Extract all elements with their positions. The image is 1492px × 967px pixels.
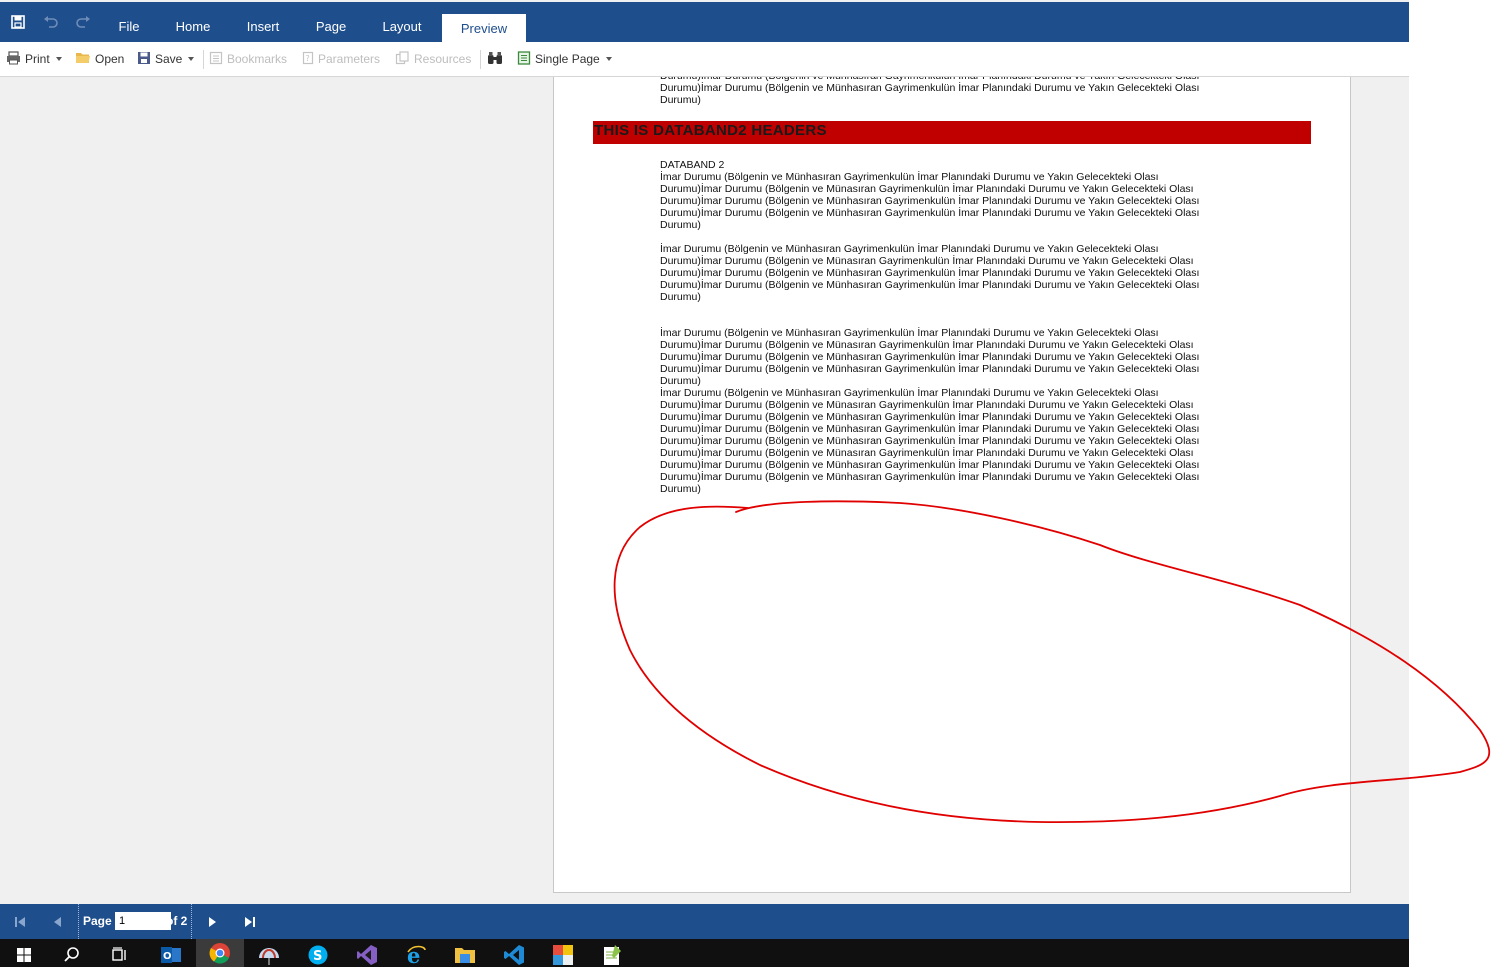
page-text-top: Durumu)İmar Durumu (Bölgenin ve Münhasır… — [660, 77, 1200, 106]
toolbar-divider — [203, 50, 204, 69]
open-button[interactable]: Open — [75, 51, 124, 67]
tab-preview[interactable]: Preview — [442, 14, 526, 42]
nav-divider — [78, 904, 79, 939]
report-page: Durumu)İmar Durumu (Bölgenin ve Münhasır… — [553, 77, 1351, 893]
resources-button[interactable]: Resources — [395, 50, 472, 68]
app-umbrella-icon[interactable] — [257, 943, 281, 967]
search-icon[interactable] — [60, 943, 84, 967]
tab-insert[interactable]: Insert — [234, 2, 292, 42]
binoculars-icon — [487, 51, 503, 68]
svg-text:O: O — [163, 951, 172, 962]
chevron-down-icon — [605, 57, 612, 61]
find-button[interactable] — [487, 51, 507, 67]
floppy-icon — [137, 51, 151, 68]
nav-divider — [191, 904, 192, 939]
databand-text-block-1: DATABAND 2 İmar Durumu (Bölgenin ve Münh… — [660, 159, 1200, 231]
page-number-input[interactable] — [115, 912, 171, 930]
ribbon-bar: File Home Insert Page Layout Preview — [0, 2, 1409, 42]
bookmarks-button[interactable]: Bookmarks — [209, 51, 287, 67]
tab-home[interactable]: Home — [164, 2, 222, 42]
tab-page[interactable]: Page — [304, 2, 358, 42]
first-page-icon[interactable] — [11, 913, 29, 931]
file-explorer-icon[interactable] — [453, 943, 477, 967]
parameters-button[interactable]: ? Parameters — [302, 51, 380, 67]
app-tiles-icon[interactable] — [551, 943, 575, 967]
page-navigation-bar: Page of 2 — [0, 904, 1409, 939]
next-page-icon[interactable] — [204, 913, 222, 931]
skype-icon[interactable]: S — [306, 943, 330, 967]
svg-text:?: ? — [306, 54, 310, 63]
save-label: Save — [155, 52, 183, 66]
report-designer-window: File Home Insert Page Layout Preview Pri… — [0, 0, 1409, 967]
parameters-icon: ? — [302, 51, 314, 68]
bookmarks-label: Bookmarks — [227, 52, 288, 66]
visual-studio-icon[interactable] — [355, 943, 379, 967]
save-icon[interactable] — [7, 11, 29, 33]
save-button[interactable]: Save — [137, 51, 195, 68]
notepad-icon[interactable] — [600, 943, 624, 967]
preview-toolbar: Print Open Save Bookmarks ? Parameters R… — [0, 42, 1409, 77]
chevron-down-icon — [55, 57, 62, 61]
outlook-icon[interactable]: O — [159, 943, 183, 967]
redo-icon[interactable] — [72, 11, 94, 33]
prev-page-icon[interactable] — [48, 913, 66, 931]
databand-text-block-2: İmar Durumu (Bölgenin ve Münhasıran Gayr… — [660, 243, 1200, 303]
view-mode-dropdown[interactable]: Single Page — [517, 50, 612, 68]
svg-text:S: S — [313, 949, 322, 964]
bookmarks-icon — [209, 51, 223, 68]
internet-explorer-icon[interactable]: e — [404, 943, 428, 967]
resources-icon — [395, 50, 410, 68]
tab-file[interactable]: File — [106, 2, 152, 42]
print-label: Print — [25, 52, 50, 66]
tab-layout[interactable]: Layout — [372, 2, 432, 42]
resources-label: Resources — [414, 52, 472, 66]
open-label: Open — [95, 52, 125, 66]
view-mode-label: Single Page — [535, 52, 600, 66]
page-count-label: of 2 — [166, 914, 188, 928]
windows-start-icon[interactable] — [12, 943, 36, 967]
preview-canvas[interactable]: Durumu)İmar Durumu (Bölgenin ve Münhasır… — [0, 77, 1409, 904]
databand-text-block-3: İmar Durumu (Bölgenin ve Münhasıran Gayr… — [660, 327, 1200, 495]
page-label: Page — [83, 914, 112, 928]
print-button[interactable]: Print — [6, 50, 62, 68]
printer-icon — [6, 50, 21, 68]
toolbar-divider — [480, 50, 481, 69]
last-page-icon[interactable] — [241, 913, 259, 931]
task-view-icon[interactable] — [108, 943, 132, 967]
parameters-label: Parameters — [318, 52, 381, 66]
folder-icon — [75, 51, 91, 67]
vscode-icon[interactable] — [502, 943, 526, 967]
taskbar: O S e — [0, 939, 1409, 967]
undo-icon[interactable] — [40, 11, 62, 33]
single-page-icon — [517, 50, 531, 68]
chevron-down-icon — [188, 57, 195, 61]
databand-header: THIS IS DATABAND2 HEADERS — [593, 121, 1311, 144]
databand-header-title: THIS IS DATABAND2 HEADERS — [594, 122, 827, 139]
chrome-icon[interactable] — [196, 939, 244, 967]
